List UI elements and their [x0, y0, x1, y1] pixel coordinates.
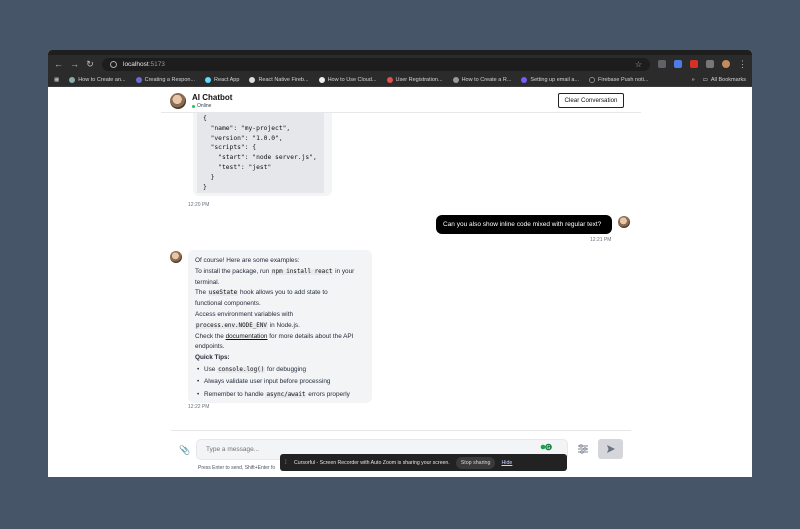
message-line: endpoints. [195, 343, 225, 351]
url-host: localhost [123, 60, 149, 68]
forward-arrow-icon[interactable]: → [70, 59, 79, 69]
profile-avatar-icon[interactable] [722, 60, 730, 68]
back-arrow-icon[interactable]: ← [54, 59, 63, 69]
inline-code: console.log() [217, 366, 266, 373]
translate-extension-icon[interactable] [674, 60, 682, 68]
favicon-icon [135, 76, 142, 83]
chat-page: { "name": "my-project", "version": "1.0.… [48, 87, 752, 477]
message-line: process.env.NODE_ENV in Node.js. [195, 321, 300, 329]
browser-window: ← → ↻ localhost:5173 ☆ ⋮ ▦ How to Create… [48, 50, 752, 477]
share-message: Cursorful - Screen Recorder with Auto Zo… [294, 459, 450, 466]
message-timestamp: 12:22 PM [188, 404, 210, 410]
favicon-icon [318, 76, 325, 83]
message-line: functional components. [195, 300, 261, 308]
bookmark-star-icon[interactable]: ☆ [635, 60, 642, 69]
bookmark-item[interactable]: React Native Fireb... [249, 76, 309, 83]
code-line: } [203, 173, 215, 181]
bookmark-item[interactable]: React App [205, 76, 239, 83]
code-line: { [203, 115, 207, 122]
bookmark-item[interactable]: How to Create an... [69, 76, 126, 83]
reload-icon[interactable]: ↻ [86, 59, 94, 70]
chat-title: AI Chatbot [192, 93, 233, 102]
address-bar[interactable]: localhost:5173 ☆ [102, 57, 650, 71]
chat-header: AI Chatbot Online Clear Conversation [161, 87, 641, 113]
favicon-icon [249, 76, 256, 83]
bookmark-item[interactable]: How to Create a R... [452, 76, 511, 83]
code-line: } [203, 183, 207, 191]
code-line: "scripts": { [203, 144, 257, 152]
bookmarks-bar: ▦ How to Create an... Creating a Respon.… [48, 73, 752, 87]
puzzle-icon[interactable] [706, 60, 714, 68]
bookmark-item[interactable]: Firebase Push noti... [589, 76, 648, 83]
more-bookmarks-icon[interactable]: » [692, 77, 695, 83]
message-line: terminal. [195, 278, 220, 286]
message-line: Check the documentation for more details… [195, 332, 354, 340]
url-port: :5173 [148, 60, 165, 68]
list-item: Remember to handle async/await errors pr… [195, 389, 366, 402]
apps-grid-icon[interactable]: ▦ [54, 77, 59, 83]
favicon-icon [386, 76, 393, 83]
inline-code: process.env.NODE_ENV [195, 322, 268, 329]
online-status: Online [192, 103, 211, 109]
bookmark-item[interactable]: User Registration... [386, 76, 443, 83]
bot-avatar [170, 93, 186, 109]
inline-code: async/await [265, 391, 307, 398]
site-info-icon[interactable] [110, 60, 117, 68]
favicon-icon [452, 76, 459, 83]
message-timestamp: 12:21 PM [590, 237, 612, 243]
favicon-icon [589, 76, 596, 83]
code-line: "test": "jest" [203, 163, 272, 171]
message-line: To install the package, run npm install … [195, 267, 355, 275]
favicon-icon [205, 76, 212, 83]
code-block: { "name": "my-project", "version": "1.0.… [197, 113, 324, 193]
favicon-icon [521, 76, 528, 83]
hide-link[interactable]: Hide [501, 460, 512, 466]
quick-tips-heading: Quick Tips: [195, 354, 230, 362]
bot-avatar [170, 251, 182, 263]
drag-handle-icon[interactable]: ⁞ [285, 460, 289, 466]
composer-hint: Press Enter to send, Shift+Enter fo [198, 465, 276, 471]
code-line: "start": "node server.js", [203, 154, 317, 162]
menu-dots-icon[interactable]: ⋮ [738, 59, 747, 70]
grammarly-icon[interactable]: G [540, 443, 552, 451]
sliders-icon[interactable] [577, 444, 589, 454]
code-line: "version": "1.0.0", [203, 134, 283, 142]
list-item: Use console.log() for debugging [195, 364, 366, 377]
paperclip-icon[interactable]: 📎 [179, 445, 190, 456]
inline-code: npm install react [271, 268, 334, 275]
documentation-link[interactable]: documentation [226, 333, 268, 340]
user-message: Can you also show inline code mixed with… [436, 215, 612, 234]
folder-icon: ▭ [702, 76, 708, 83]
bot-code-message: { "name": "my-project", "version": "1.0.… [193, 113, 332, 196]
list-item: Always validate user input before proces… [195, 376, 366, 389]
favicon-icon [69, 76, 76, 83]
user-avatar [618, 216, 630, 228]
recorder-extension-icon[interactable] [690, 60, 698, 68]
extension-icon[interactable] [658, 60, 666, 68]
stop-sharing-button[interactable]: Stop sharing [455, 456, 496, 469]
svg-text:G: G [547, 445, 551, 451]
message-line: The useState hook allows you to add stat… [195, 289, 328, 297]
inline-code: useState [207, 290, 239, 297]
code-line: "name": "my-project", [203, 124, 291, 132]
screen-share-notification: ⁞ Cursorful - Screen Recorder with Auto … [280, 454, 567, 471]
bookmark-item[interactable]: Creating a Respon... [135, 76, 195, 83]
browser-toolbar: ← → ↻ localhost:5173 ☆ ⋮ [48, 55, 752, 73]
bookmark-item[interactable]: How to Use Cloud... [318, 76, 377, 83]
bot-message: Of course! Here are some examples: To in… [188, 250, 372, 403]
bookmark-item[interactable]: Setting up email a... [521, 76, 579, 83]
send-button[interactable] [598, 439, 623, 459]
message-line: Access environment variables with [195, 310, 294, 318]
chat-container: { "name": "my-project", "version": "1.0.… [161, 87, 641, 477]
online-dot-icon [192, 104, 195, 108]
all-bookmarks-folder[interactable]: ▭ All Bookmarks [703, 77, 746, 83]
message-line: Of course! Here are some examples: [195, 257, 300, 264]
message-timestamp: 12:20 PM [188, 202, 210, 208]
send-arrow-icon [607, 445, 615, 453]
clear-conversation-button[interactable]: Clear Conversation [558, 93, 624, 108]
